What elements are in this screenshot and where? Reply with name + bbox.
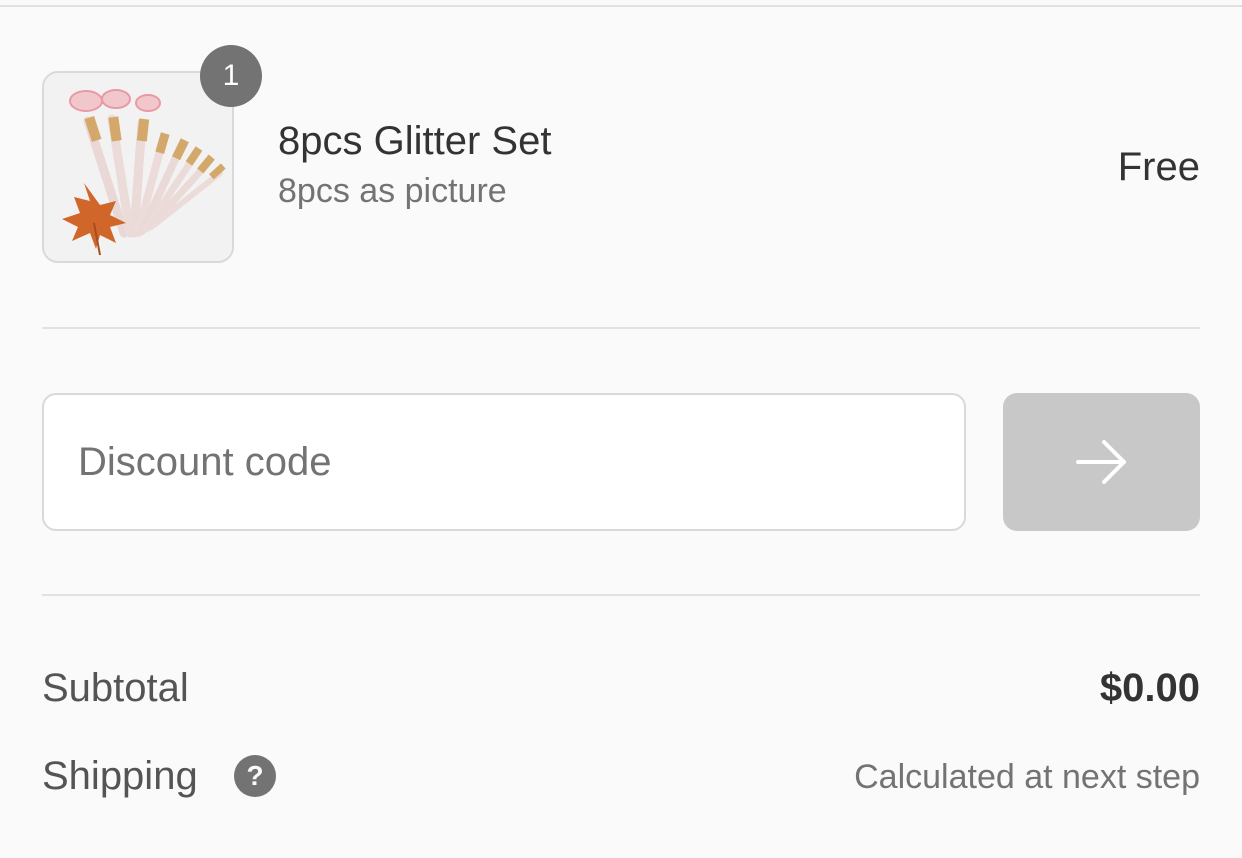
product-name: 8pcs Glitter Set [278,119,552,163]
product-line-item: 1 8pcs Glitter Set 8pcs as picture Free [42,45,1200,265]
product-price: Free [1117,145,1200,189]
discount-code-input[interactable] [42,393,966,531]
section-divider [42,594,1200,596]
help-icon[interactable]: ? [234,755,276,797]
arrow-right-icon [1075,440,1126,484]
apply-discount-button[interactable] [1003,393,1200,531]
product-thumbnail [42,71,234,263]
product-variant: 8pcs as picture [278,172,507,210]
makeup-brush-set-image [44,73,232,261]
quantity-badge: 1 [200,45,262,107]
top-divider [0,5,1242,7]
subtotal-value: $0.00 [1099,666,1200,710]
subtotal-label: Subtotal [42,666,189,710]
shipping-value: Calculated at next step [854,758,1200,796]
product-info: 8pcs Glitter Set 8pcs as picture [278,117,551,213]
shipping-label: Shipping [42,754,198,798]
section-divider [42,327,1200,329]
product-thumbnail-wrapper: 1 [42,45,262,263]
